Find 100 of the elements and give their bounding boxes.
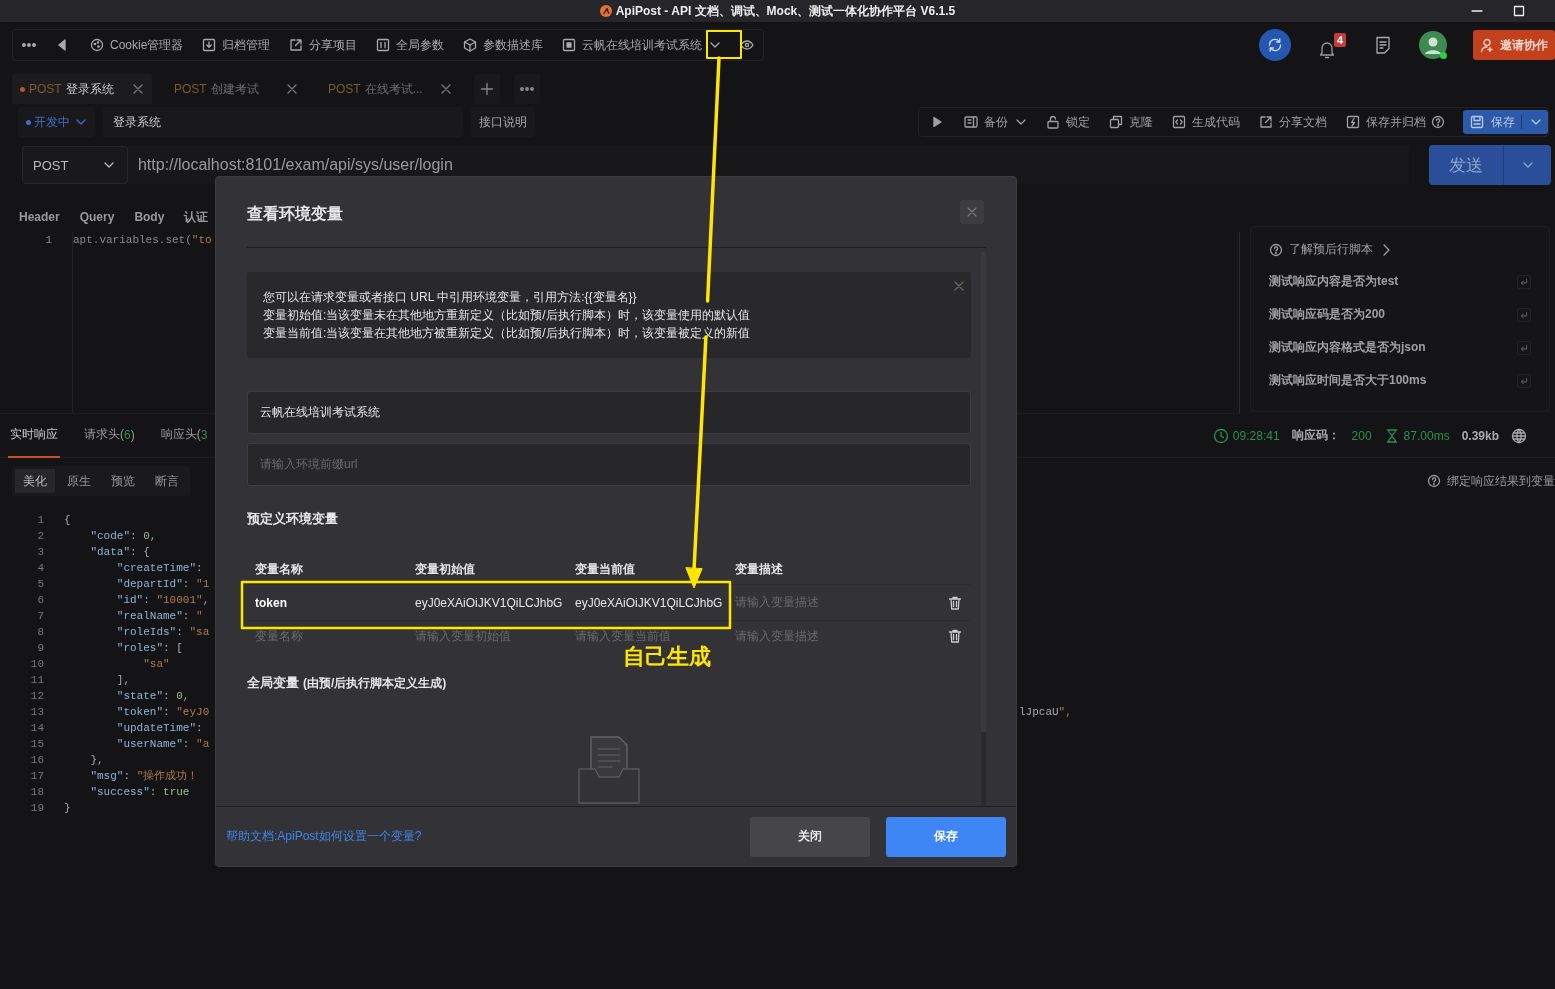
- save-button[interactable]: 保存: [1463, 110, 1548, 134]
- code-line: "userName": "a: [115, 737, 210, 752]
- code-line: "token": "eyJ0 lJpcaU",: [115, 705, 1072, 720]
- param-tab[interactable]: Body: [134, 202, 165, 232]
- line-number: 5: [36, 577, 44, 592]
- share-icon: [288, 37, 305, 53]
- response-tab[interactable]: 响应头(3: [158, 413, 210, 458]
- invite-button[interactable]: 邀请协作: [1473, 30, 1555, 60]
- save-icon: [1469, 114, 1485, 130]
- trash-icon[interactable]: [947, 594, 963, 611]
- info-text: 变量初始值:当该变量未在其他地方重新定义（比如预/后执行脚本）时，该变量使用的默认值: [263, 307, 751, 324]
- close-icon[interactable]: [286, 83, 298, 95]
- name-field[interactable]: 登录系统: [103, 107, 463, 137]
- scrollbar[interactable]: [981, 252, 986, 806]
- response-tab[interactable]: 请求头(6): [82, 413, 137, 458]
- sync-button[interactable]: [1259, 29, 1291, 61]
- action-button[interactable]: 保存并归档: [1345, 113, 1445, 131]
- toolbar-button[interactable]: 参数描述库: [462, 36, 544, 54]
- save-button[interactable]: 保存: [886, 816, 1006, 857]
- view-tab[interactable]: 预览: [103, 469, 143, 493]
- close-button[interactable]: [960, 200, 984, 224]
- bind-link[interactable]: 绑定响应结果到变量: [1447, 472, 1555, 490]
- line-number: 6: [36, 593, 44, 608]
- view-tab[interactable]: 美化: [15, 469, 55, 493]
- close-icon[interactable]: [953, 280, 965, 292]
- snippet-item[interactable]: 测试响应内容是否为test: [1269, 273, 1399, 290]
- code-line: "updateTime":: [115, 721, 203, 736]
- cube-icon: [462, 37, 479, 53]
- doc-button[interactable]: 接口说明: [471, 107, 535, 137]
- environment-select[interactable]: 云帆在线培训考试系统: [561, 36, 722, 54]
- section-note: (由预/后执行脚本定义生成): [303, 674, 447, 692]
- request-tab[interactable]: POST 在线考试...: [320, 74, 460, 104]
- note-icon[interactable]: [1373, 35, 1393, 55]
- param-tab[interactable]: Query: [79, 202, 115, 232]
- line-number: 11: [29, 673, 44, 688]
- param-tab[interactable]: Header: [19, 202, 60, 232]
- toolbar-button[interactable]: 分享项目: [288, 36, 358, 54]
- globe-icon[interactable]: [1511, 427, 1527, 444]
- close-button[interactable]: 关闭: [750, 816, 870, 857]
- more-button[interactable]: [514, 74, 540, 104]
- archive-icon: [201, 37, 218, 53]
- method-select[interactable]: POST: [22, 146, 128, 184]
- snippet-item[interactable]: 测试响应码是否为200: [1269, 306, 1386, 323]
- cookie-icon: [89, 37, 105, 53]
- action-button[interactable]: 锁定: [1045, 113, 1090, 131]
- empty-box-drawing: [577, 733, 641, 805]
- snippet-item[interactable]: 测试响应时间是否大于100ms: [1269, 372, 1427, 389]
- code-line: "success": true: [89, 785, 190, 800]
- snippet-heading: 了解预后行脚本: [1289, 241, 1373, 258]
- clock-icon: [1212, 427, 1229, 444]
- line-number: 17: [29, 769, 44, 784]
- env-name-field[interactable]: 云帆在线培训考试系统: [247, 391, 971, 434]
- toolbar-button[interactable]: Cookie管理器: [89, 36, 184, 54]
- archive-icon: [1345, 114, 1361, 130]
- enter-icon: [1517, 307, 1531, 322]
- action-button[interactable]: 生成代码: [1171, 113, 1240, 131]
- request-tab[interactable]: POST 登录系统: [12, 74, 152, 104]
- notifications-button[interactable]: 4: [1317, 31, 1347, 59]
- enter-icon: [1517, 340, 1531, 355]
- response-tab[interactable]: 实时响应: [8, 413, 60, 458]
- line-number: 14: [29, 721, 44, 736]
- code-line: "roleIds": "sa: [115, 625, 210, 640]
- toolbar-button[interactable]: 全局参数: [375, 36, 445, 54]
- view-tab[interactable]: 断言: [147, 469, 187, 493]
- current-value-field[interactable]: eyJ0eXAiOiJKV1QiLCJhbG: [575, 595, 735, 610]
- request-tab[interactable]: POST 创建考试: [166, 74, 306, 104]
- help-link[interactable]: 帮助文档:ApiPost如何设置一个变量?: [226, 828, 422, 845]
- action-button[interactable]: 分享文档: [1258, 113, 1327, 131]
- line-number: 19: [29, 801, 44, 816]
- annotation-label: 自己生成: [623, 645, 711, 669]
- response-size: 0.39kb: [1461, 428, 1499, 443]
- duration: 87.00ms: [1403, 428, 1450, 443]
- user-add-icon: [1479, 37, 1495, 53]
- trash-icon[interactable]: [947, 628, 963, 644]
- code-line: {: [64, 513, 71, 528]
- column-header: 变量当前值: [575, 561, 636, 578]
- column-header: 变量描述: [735, 561, 784, 578]
- add-tab-button[interactable]: [474, 74, 500, 104]
- maximize-icon[interactable]: [1513, 5, 1525, 17]
- snippet-item[interactable]: 测试响应内容格式是否为json: [1269, 339, 1426, 356]
- variable-name-field[interactable]: token: [255, 595, 415, 610]
- view-tab[interactable]: 原生: [59, 469, 99, 493]
- lock-icon: [1045, 114, 1061, 130]
- code-line: "code": 0,: [89, 529, 157, 544]
- action-button[interactable]: 克隆: [1108, 113, 1153, 131]
- status-label: 响应码：: [1291, 427, 1340, 444]
- toolbar-button[interactable]: 归档管理: [201, 36, 271, 54]
- enter-icon: [1517, 373, 1531, 388]
- environment-icon: [561, 37, 578, 53]
- avatar[interactable]: [1419, 31, 1447, 59]
- close-icon[interactable]: [440, 83, 452, 95]
- action-button[interactable]: 备份: [963, 113, 1027, 131]
- status-code: 200: [1351, 428, 1372, 443]
- line-number: 10: [29, 657, 44, 672]
- code-line: "id": "10001",: [115, 593, 210, 608]
- param-tab[interactable]: 认证: [184, 202, 209, 232]
- initial-value-field[interactable]: eyJ0eXAiOiJKV1QiLCJhbG: [415, 595, 575, 610]
- eye-icon[interactable]: [739, 37, 756, 53]
- status-select[interactable]: 开发中: [18, 107, 95, 137]
- close-icon[interactable]: [132, 83, 144, 95]
